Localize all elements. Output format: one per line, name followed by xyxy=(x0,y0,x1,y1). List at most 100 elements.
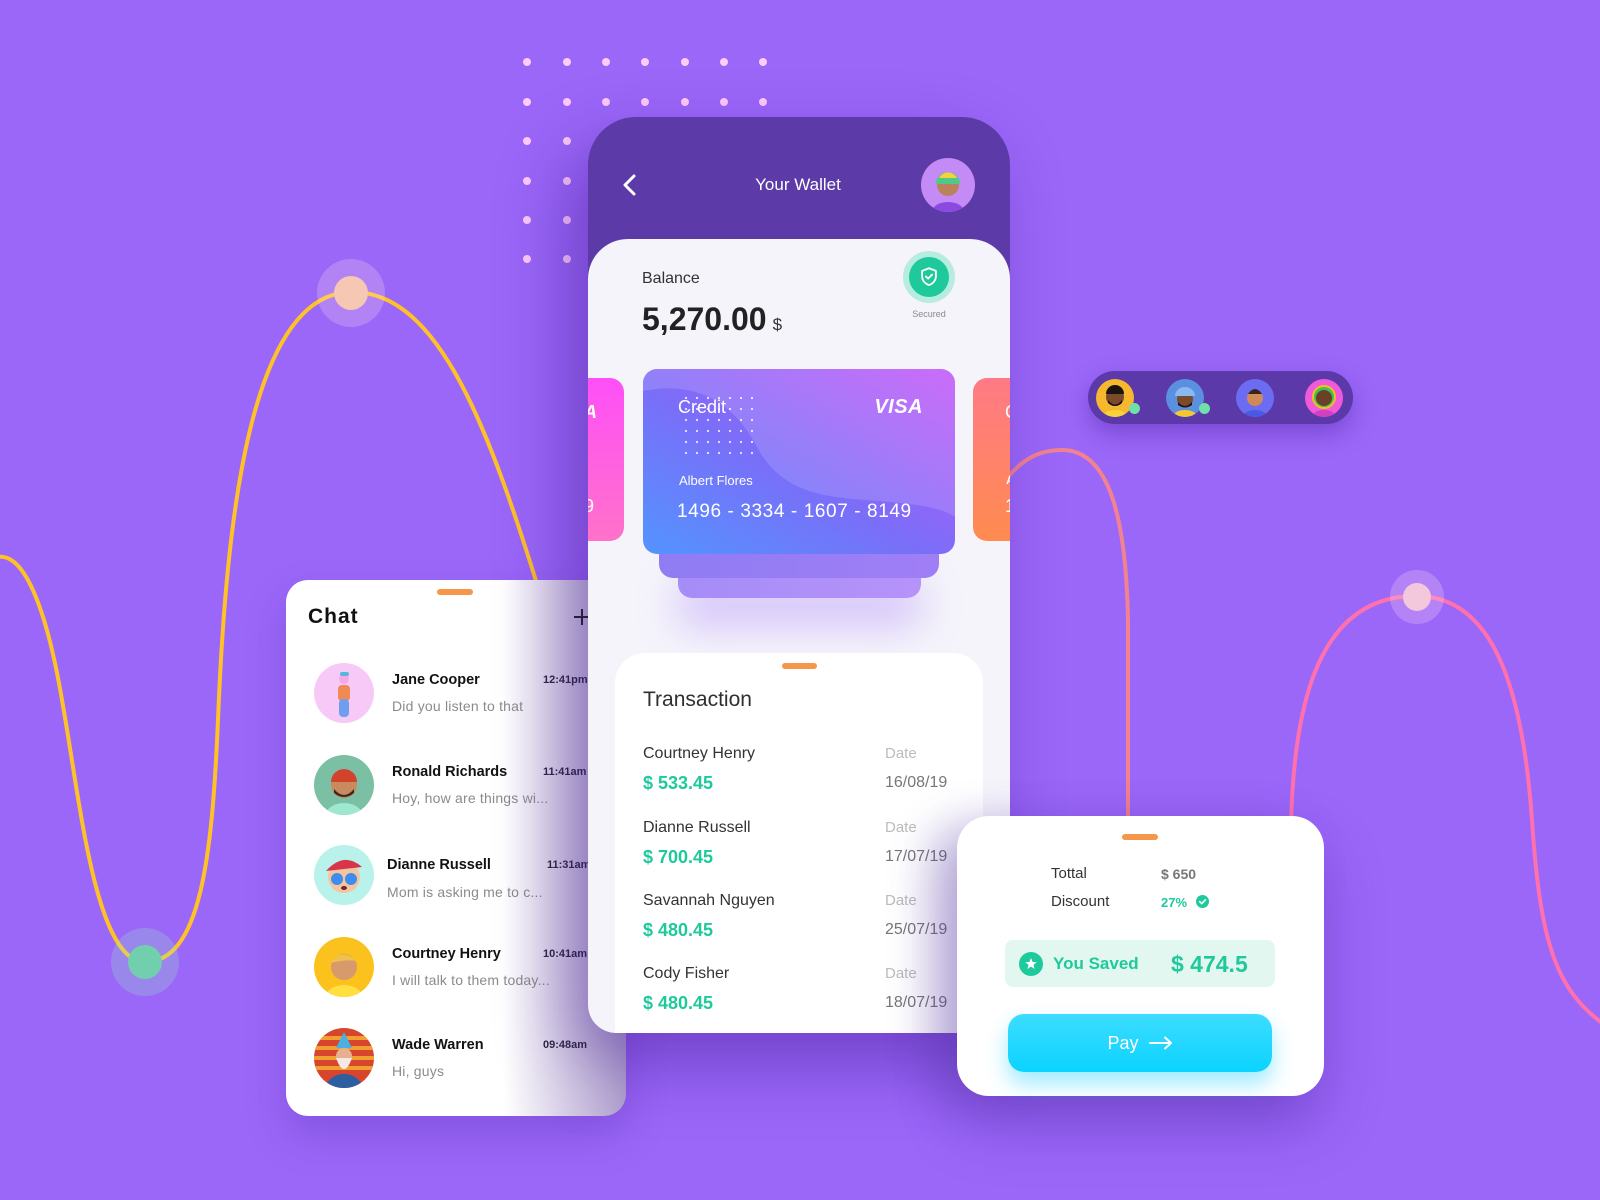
secured-label: Secured xyxy=(912,309,946,319)
check-circle-icon xyxy=(1196,895,1209,908)
wave-marker xyxy=(334,276,368,310)
contact-avatar[interactable] xyxy=(1236,379,1274,417)
transaction-name: Dianne Russell xyxy=(643,819,751,836)
card-dot xyxy=(684,429,688,433)
wave-marker xyxy=(1403,583,1431,611)
drag-handle[interactable] xyxy=(1122,834,1158,840)
decorative-dot xyxy=(523,137,531,145)
chat-list-item[interactable]: Wade Warren Hi, guys 09:48am xyxy=(286,1028,626,1088)
transaction-row[interactable]: Savannah Nguyen $ 480.45 Date 25/07/19 xyxy=(615,891,983,951)
transaction-date: 18/07/19 xyxy=(885,994,948,1011)
total-label: Tottal xyxy=(1051,865,1087,882)
card-dot xyxy=(750,451,754,455)
card-dot xyxy=(739,396,743,400)
chevron-left-icon[interactable] xyxy=(619,173,641,197)
message-preview: Hi, guys xyxy=(392,1063,445,1079)
decorative-dot xyxy=(563,98,571,106)
chat-title: Chat xyxy=(308,605,359,628)
transaction-row[interactable]: Courtney Henry $ 533.45 Date 16/08/19 xyxy=(615,744,983,804)
drag-handle[interactable] xyxy=(782,663,817,669)
decorative-dot xyxy=(563,58,571,66)
credit-card[interactable]: Credit VISA Albert Flores 1496 - 3334 - … xyxy=(643,369,955,554)
card-number-fragment: 9 xyxy=(588,496,595,516)
card-dot xyxy=(739,429,743,433)
card-dot xyxy=(739,451,743,455)
discount-value: 27% xyxy=(1161,895,1188,910)
chat-list-item[interactable]: Courtney Henry I will talk to them today… xyxy=(286,937,626,997)
avatar xyxy=(314,845,374,905)
secured-badge-inner xyxy=(909,257,949,297)
card-dot xyxy=(728,396,732,400)
avatar xyxy=(314,755,374,815)
chat-list-item[interactable]: Dianne Russell Mom is asking me to c... … xyxy=(286,845,626,905)
avatar xyxy=(314,663,374,723)
card-dot xyxy=(706,440,710,444)
card-dot xyxy=(728,429,732,433)
card-number: 1496 - 3334 - 1607 - 8149 xyxy=(677,501,912,522)
transaction-date: 25/07/19 xyxy=(885,921,948,938)
pay-button-label: Pay xyxy=(1107,1033,1139,1053)
drag-handle[interactable] xyxy=(437,589,473,595)
card-type-fragment: C xyxy=(1005,402,1010,422)
balance-amount: 5,270.00 $ xyxy=(642,299,782,345)
transaction-date: 16/08/19 xyxy=(885,774,948,791)
chat-list-item[interactable]: Jane Cooper Did you listen to that 12:41… xyxy=(286,663,626,723)
chat-list-item[interactable]: Ronald Richards Hoy, how are things wi..… xyxy=(286,755,626,815)
contact-name: Ronald Richards xyxy=(392,764,508,780)
card-next[interactable]: C A 1 xyxy=(973,378,1010,541)
card-dot xyxy=(717,440,721,444)
contact-avatar[interactable] xyxy=(1305,379,1343,417)
card-brand-logo: VISA xyxy=(874,396,923,418)
decorative-dot xyxy=(563,177,571,185)
message-time: 09:48am xyxy=(543,1039,588,1051)
decorative-dot xyxy=(602,98,610,106)
contacts-bar xyxy=(1088,371,1353,424)
avatar xyxy=(314,937,374,997)
card-dot xyxy=(706,418,710,422)
card-dot xyxy=(739,407,743,411)
date-label: Date xyxy=(885,745,917,762)
decorative-dot xyxy=(759,58,767,66)
contact-avatar[interactable] xyxy=(1166,379,1204,417)
decorative-dot xyxy=(602,58,610,66)
contact-name: Jane Cooper xyxy=(392,672,480,688)
decorative-dot xyxy=(563,216,571,224)
balance-currency: $ xyxy=(772,315,783,334)
card-dot xyxy=(739,418,743,422)
savings-box: You Saved $ 474.5 xyxy=(1005,940,1275,987)
user-avatar[interactable] xyxy=(921,158,975,212)
contact-name: Dianne Russell xyxy=(387,857,491,873)
card-dot xyxy=(706,429,710,433)
contact-avatar[interactable] xyxy=(1096,379,1134,417)
shield-check-icon xyxy=(921,267,937,286)
card-dot xyxy=(695,451,699,455)
decorative-dot xyxy=(759,98,767,106)
date-label: Date xyxy=(885,965,917,982)
card-dot xyxy=(684,440,688,444)
transaction-name: Cody Fisher xyxy=(643,965,730,982)
salmon-wave-line xyxy=(998,447,1130,830)
card-dot xyxy=(684,418,688,422)
transaction-amount: $ 533.45 xyxy=(643,773,714,793)
card-dot xyxy=(728,407,732,411)
transaction-row[interactable]: Cody Fisher $ 480.45 Date 18/07/19 xyxy=(615,964,983,1024)
saved-value: $ 474.5 xyxy=(1171,951,1248,977)
card-previous[interactable]: A 9 xyxy=(588,378,624,541)
payment-summary-card: Tottal $ 650 Discount 27% You Saved $ 47… xyxy=(957,816,1324,1096)
decorative-dot xyxy=(523,58,531,66)
card-dot xyxy=(717,451,721,455)
card-dot xyxy=(728,451,732,455)
decorative-dot xyxy=(720,58,728,66)
transaction-row[interactable]: Dianne Russell $ 700.45 Date 17/07/19 xyxy=(615,818,983,878)
pay-button[interactable]: Pay xyxy=(1008,1014,1272,1072)
transaction-amount: $ 480.45 xyxy=(643,993,714,1013)
card-dot xyxy=(684,451,688,455)
decorative-dot xyxy=(641,98,649,106)
card-dot xyxy=(750,440,754,444)
message-preview: Did you listen to that xyxy=(392,698,524,714)
card-dot xyxy=(717,418,721,422)
arrow-right-icon xyxy=(1148,1036,1172,1050)
transaction-name: Savannah Nguyen xyxy=(643,892,775,909)
decorative-dot xyxy=(523,216,531,224)
page-title: Your Wallet xyxy=(755,175,841,194)
